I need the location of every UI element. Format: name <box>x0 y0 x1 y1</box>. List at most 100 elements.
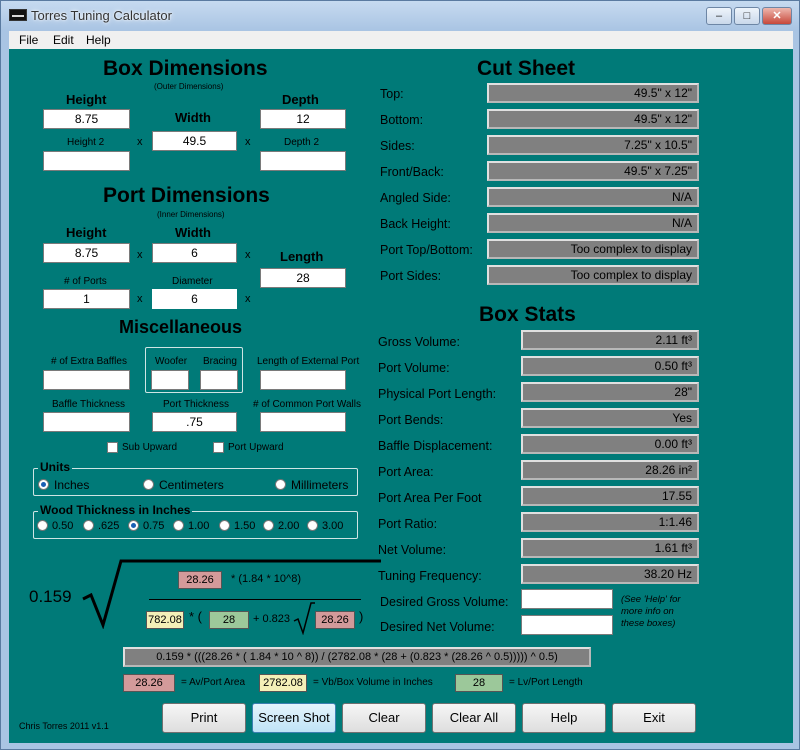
port-dimensions-title: Port Dimensions <box>103 184 270 207</box>
formula-av-inner: 28.26 <box>315 611 355 629</box>
formula-top-rest: * (1.84 * 10^8) <box>231 573 301 585</box>
diameter-label: Diameter <box>172 276 213 287</box>
formula-av-value: 28.26 <box>178 571 222 589</box>
wood-option-label: 2.00 <box>278 520 300 532</box>
inner-root-symbol <box>293 602 315 635</box>
box-stats-label: Port Area Per Foot <box>378 491 482 505</box>
credit-text: Chris Torres 2011 v1.1 <box>19 721 109 731</box>
formula-coefficient: 0.159 <box>29 587 72 606</box>
port-thickness-input[interactable]: .75 <box>152 412 237 432</box>
cut-sheet-label: Back Height: <box>380 217 451 231</box>
print-button[interactable]: Print <box>162 703 246 733</box>
cut-sheet-label: Port Sides: <box>380 269 442 283</box>
desired-gross-input[interactable] <box>521 589 613 609</box>
box-height2-input[interactable] <box>43 151 130 171</box>
millimeters-radio[interactable] <box>275 479 286 490</box>
bracing-input[interactable] <box>200 370 238 390</box>
port-height-input[interactable]: 8.75 <box>43 243 130 263</box>
formula-bottom-star: * ( <box>189 609 202 624</box>
port-upward-label: Port Upward <box>228 442 284 453</box>
box-stats-label: Gross Volume: <box>378 335 460 349</box>
box-height-input[interactable]: 8.75 <box>43 109 130 129</box>
box-stats-label: Physical Port Length: <box>378 387 497 401</box>
box-depth-label: Depth <box>282 92 319 107</box>
extra-baffles-input[interactable] <box>43 370 130 390</box>
inches-radio[interactable] <box>38 479 49 490</box>
box-dimensions-title: Box Dimensions <box>103 57 268 80</box>
wood-200-radio[interactable] <box>263 520 274 531</box>
box-stats-value: 28" <box>521 382 699 402</box>
times-sign: x <box>137 293 143 305</box>
box-stats-value: 2.11 ft³ <box>521 330 699 350</box>
desired-net-input[interactable] <box>521 615 613 635</box>
minimize-button[interactable]: – <box>706 7 732 25</box>
baffle-thickness-input[interactable] <box>43 412 130 432</box>
port-thickness-label: Port Thickness <box>163 399 229 410</box>
box-depth2-input[interactable] <box>260 151 346 171</box>
formula-lv-value: 28 <box>209 611 249 629</box>
window-title: Torres Tuning Calculator <box>31 8 172 23</box>
box-depth-input[interactable]: 12 <box>260 109 346 129</box>
cut-sheet-label: Sides: <box>380 139 415 153</box>
cut-sheet-label: Front/Back: <box>380 165 444 179</box>
cut-sheet-value: Too complex to display <box>487 265 699 285</box>
port-upward-checkbox[interactable] <box>213 442 224 453</box>
centimeters-radio[interactable] <box>143 479 154 490</box>
sub-upward-checkbox[interactable] <box>107 442 118 453</box>
height2-label: Height 2 <box>67 137 105 148</box>
box-stats-value: 38.20 Hz <box>521 564 699 584</box>
cut-sheet-label: Bottom: <box>380 113 424 127</box>
full-formula-display: 0.159 * (((28.26 * ( 1.84 * 10 ^ 8)) / (… <box>123 647 591 667</box>
box-stats-label: Port Volume: <box>378 361 450 375</box>
baffle-thickness-label: Baffle Thickness <box>52 399 126 410</box>
wood-050-radio[interactable] <box>37 520 48 531</box>
help-note: (See 'Help' for more info on these boxes… <box>621 594 681 629</box>
screenshot-button[interactable]: Screen Shot <box>252 703 336 733</box>
menu-help[interactable]: Help <box>86 33 111 47</box>
num-ports-input[interactable]: 1 <box>43 289 130 309</box>
wood-075-radio[interactable] <box>128 520 139 531</box>
menu-file[interactable]: File <box>19 33 38 47</box>
port-width-label: Width <box>175 225 211 240</box>
cut-sheet-value: 7.25" x 10.5" <box>487 135 699 155</box>
box-stats-label: Baffle Displacement: <box>378 439 493 453</box>
close-button[interactable]: ✕ <box>762 7 792 25</box>
cut-sheet-value: 49.5" x 12" <box>487 83 699 103</box>
cut-sheet-label: Angled Side: <box>380 191 451 205</box>
wood-0625-radio[interactable] <box>83 520 94 531</box>
legend-lv-chip: 28 <box>455 674 503 692</box>
legend-vb-text: = Vb/Box Volume in Inches <box>313 677 433 688</box>
bracing-label: Bracing <box>203 356 237 367</box>
port-height-label: Height <box>66 225 107 240</box>
box-width-input[interactable]: 49.5 <box>152 131 237 151</box>
box-stats-label: Port Bends: <box>378 413 444 427</box>
menu-edit[interactable]: Edit <box>53 33 74 47</box>
title-bar: Torres Tuning Calculator – □ ✕ <box>1 1 799 31</box>
num-ports-label: # of Ports <box>64 276 107 287</box>
woofer-input[interactable] <box>151 370 189 390</box>
help-button[interactable]: Help <box>522 703 606 733</box>
box-width-label: Width <box>175 110 211 125</box>
box-stats-label: Port Area: <box>378 465 434 479</box>
millimeters-label: Millimeters <box>291 478 349 492</box>
centimeters-label: Centimeters <box>159 478 224 492</box>
maximize-button[interactable]: □ <box>734 7 760 25</box>
wood-300-radio[interactable] <box>307 520 318 531</box>
legend-lv-text: = Lv/Port Length <box>509 677 583 688</box>
clear-button[interactable]: Clear <box>342 703 426 733</box>
wood-100-radio[interactable] <box>173 520 184 531</box>
wood-150-radio[interactable] <box>219 520 230 531</box>
external-port-label: Length of External Port <box>257 356 360 367</box>
app-icon <box>9 9 27 21</box>
clear-all-button[interactable]: Clear All <box>432 703 516 733</box>
times-sign: x <box>137 249 143 261</box>
port-length-input[interactable]: 28 <box>260 268 346 288</box>
exit-button[interactable]: Exit <box>612 703 696 733</box>
formula-bottom-close: ) <box>359 609 364 624</box>
external-port-input[interactable] <box>260 370 346 390</box>
common-walls-input[interactable] <box>260 412 346 432</box>
cut-sheet-value: 49.5" x 7.25" <box>487 161 699 181</box>
diameter-input[interactable]: 6 <box>152 289 237 309</box>
times-sign: x <box>137 136 143 148</box>
port-width-input[interactable]: 6 <box>152 243 237 263</box>
